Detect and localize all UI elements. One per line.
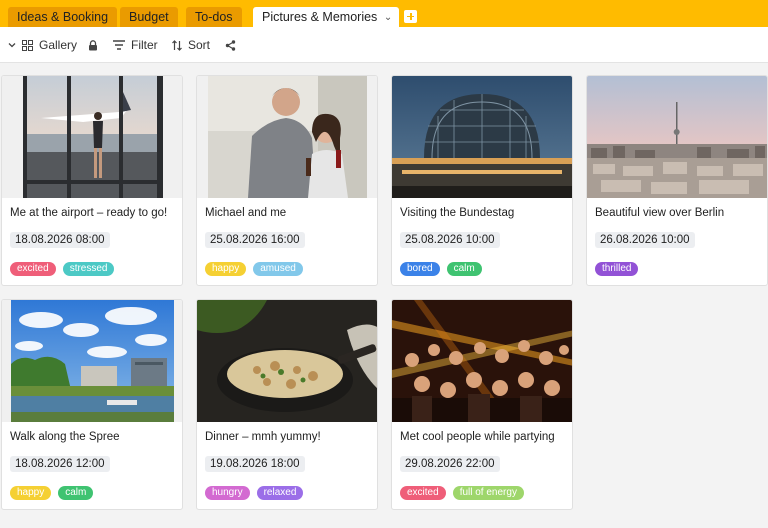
friends-photo — [208, 76, 367, 198]
tab-label: To-dos — [195, 10, 233, 24]
image-area — [2, 300, 182, 422]
tab-todos[interactable]: To-dos — [186, 7, 242, 27]
card-date: 25.08.2026 10:00 — [400, 232, 500, 248]
card-title: Beautiful view over Berlin — [595, 207, 725, 219]
add-table-button[interactable] — [404, 10, 417, 23]
sort-icon — [172, 39, 182, 51]
lock-view-button[interactable] — [88, 36, 98, 54]
share-icon — [225, 39, 236, 51]
tag-bored: bored — [400, 262, 440, 276]
chevron-down-icon — [8, 43, 16, 48]
tag-full-of-energy: full of energy — [452, 486, 524, 500]
chevron-down-icon[interactable]: ⌄ — [384, 8, 392, 28]
card-date: 18.08.2026 08:00 — [10, 232, 110, 248]
card-title: Me at the airport – ready to go! — [10, 207, 168, 219]
card-title: Dinner – mmh yummy! — [205, 431, 321, 443]
card-tags: happy amused — [205, 262, 303, 276]
card-date: 26.08.2026 10:00 — [595, 232, 695, 248]
gallery-card[interactable]: Met cool people while partying 29.08.202… — [391, 299, 573, 510]
card-title: Michael and me — [205, 207, 287, 219]
card-date: 18.08.2026 12:00 — [10, 456, 110, 472]
card-date: 29.08.2026 22:00 — [400, 456, 500, 472]
image-area — [2, 76, 182, 198]
filter-label: Filter — [131, 38, 158, 52]
gallery-card[interactable]: Michael and me 25.08.2026 16:00 happy am… — [196, 75, 378, 286]
card-title: Visiting the Bundestag — [400, 207, 515, 219]
card-date: 25.08.2026 16:00 — [205, 232, 305, 248]
tag-calm: calm — [446, 262, 482, 276]
card-tags: bored calm — [400, 262, 482, 276]
spree-photo — [11, 300, 174, 422]
tab-pictures-memories[interactable]: Pictures & Memories ⌄ — [253, 7, 400, 28]
gallery-card[interactable]: Dinner – mmh yummy! 19.08.2026 18:00 hun… — [196, 299, 378, 510]
table-tab-bar: Ideas & Booking Budget To-dos Pictures &… — [0, 0, 768, 27]
tab-label: Budget — [129, 10, 169, 24]
image-area — [197, 300, 377, 422]
tab-budget[interactable]: Budget — [120, 7, 178, 27]
card-tags: excited stressed — [10, 262, 115, 276]
tab-label: Pictures & Memories — [262, 10, 378, 24]
party-photo — [392, 300, 572, 422]
tab-label: Ideas & Booking — [17, 10, 109, 24]
card-date: 19.08.2026 18:00 — [205, 456, 305, 472]
gallery-icon — [22, 39, 33, 51]
bundestag-photo — [392, 76, 572, 198]
gallery-card[interactable]: Visiting the Bundestag 25.08.2026 10:00 … — [391, 75, 573, 286]
image-area — [587, 76, 767, 198]
tag-thrilled: thrilled — [595, 262, 639, 276]
sort-label: Sort — [188, 38, 211, 52]
tag-hungry: hungry — [205, 486, 250, 500]
filter-button[interactable]: Filter — [113, 36, 158, 54]
tab-ideas-booking[interactable]: Ideas & Booking — [8, 7, 118, 27]
tag-stressed: stressed — [62, 262, 115, 276]
image-area — [392, 300, 572, 422]
card-title: Walk along the Spree — [10, 431, 120, 443]
gallery-card[interactable]: Walk along the Spree 18.08.2026 12:00 ha… — [1, 299, 183, 510]
card-tags: thrilled — [595, 262, 639, 276]
image-area — [392, 76, 572, 198]
filter-icon — [113, 40, 125, 50]
tag-happy: happy — [205, 262, 247, 276]
view-toolbar: Gallery Filter Sort — [0, 27, 768, 63]
image-area — [197, 76, 377, 198]
lock-icon — [89, 39, 97, 50]
share-button[interactable] — [225, 36, 236, 54]
tag-excited: excited — [10, 262, 56, 276]
tag-relaxed: relaxed — [256, 486, 304, 500]
sort-button[interactable]: Sort — [172, 36, 210, 54]
card-tags: happy calm — [10, 486, 94, 500]
airport-photo — [23, 76, 163, 198]
tag-happy: happy — [10, 486, 52, 500]
dinner-photo — [197, 300, 377, 422]
gallery-card[interactable]: Beautiful view over Berlin 26.08.2026 10… — [586, 75, 768, 286]
card-tags: excited full of energy — [400, 486, 524, 500]
view-name: Gallery — [39, 38, 78, 52]
tag-amused: amused — [253, 262, 303, 276]
tag-excited: excited — [400, 486, 446, 500]
card-title: Met cool people while partying — [400, 431, 555, 443]
gallery-card[interactable]: Me at the airport – ready to go! 18.08.2… — [1, 75, 183, 286]
berlin-skyline-photo — [587, 76, 767, 198]
tag-calm: calm — [58, 486, 94, 500]
view-selector[interactable]: Gallery — [8, 36, 77, 54]
card-tags: hungry relaxed — [205, 486, 304, 500]
